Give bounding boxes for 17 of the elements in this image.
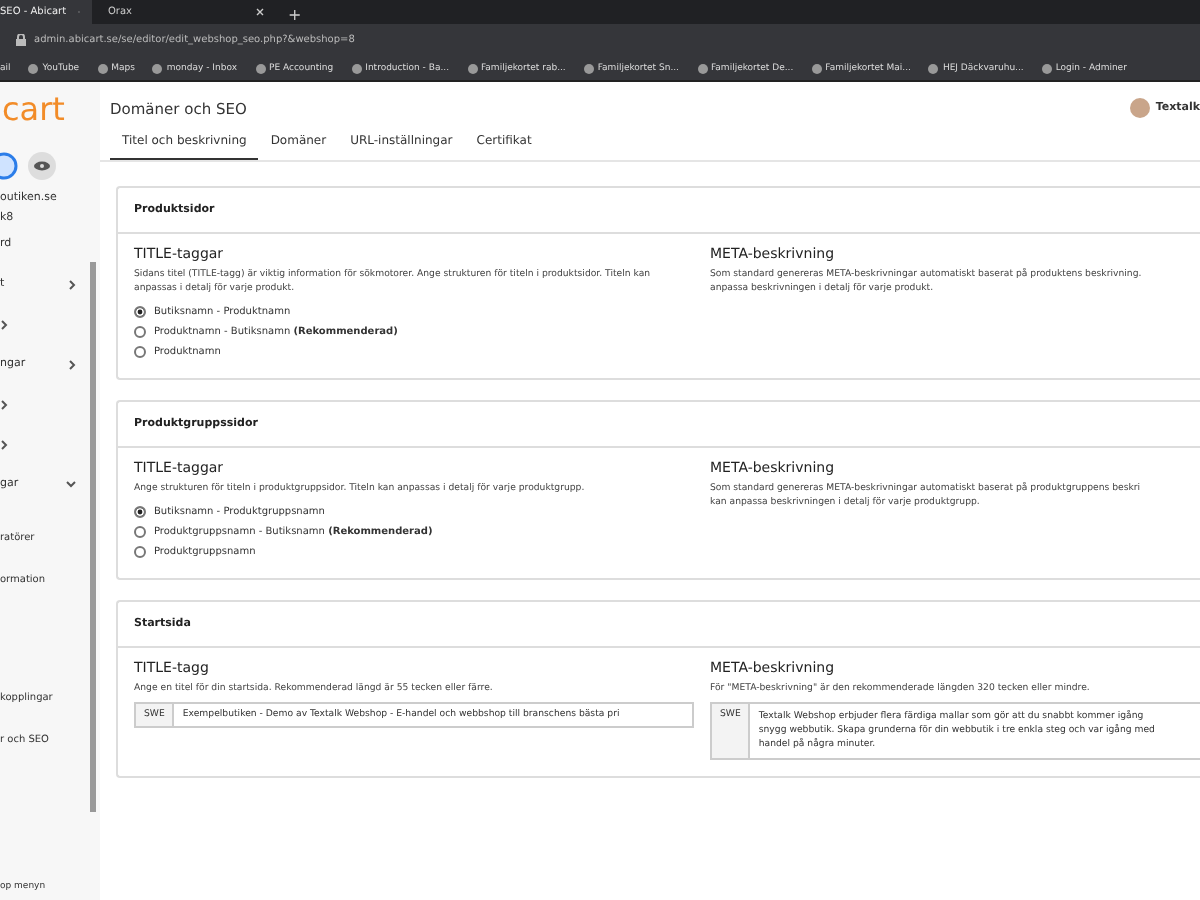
- chevron-right-icon[interactable]: [0, 439, 8, 449]
- scrollbar[interactable]: [90, 262, 96, 812]
- lock-icon: [16, 34, 26, 46]
- chevron-right-icon[interactable]: [0, 319, 8, 329]
- radio-button[interactable]: [134, 346, 146, 358]
- radio-button[interactable]: [134, 546, 146, 558]
- radio-button[interactable]: [134, 506, 146, 518]
- new-tab-button[interactable]: +: [288, 6, 302, 24]
- radio-button[interactable]: [134, 326, 146, 338]
- radio-button[interactable]: [134, 306, 146, 318]
- radio-button[interactable]: [134, 526, 146, 538]
- logo-text: cart: [2, 92, 67, 128]
- chevron-right-icon[interactable]: [68, 279, 76, 289]
- chevron-right-icon[interactable]: [68, 359, 76, 369]
- chevron-right-icon[interactable]: [0, 399, 8, 409]
- chevron-down-icon[interactable]: [66, 480, 76, 488]
- eye-icon[interactable]: [28, 152, 56, 180]
